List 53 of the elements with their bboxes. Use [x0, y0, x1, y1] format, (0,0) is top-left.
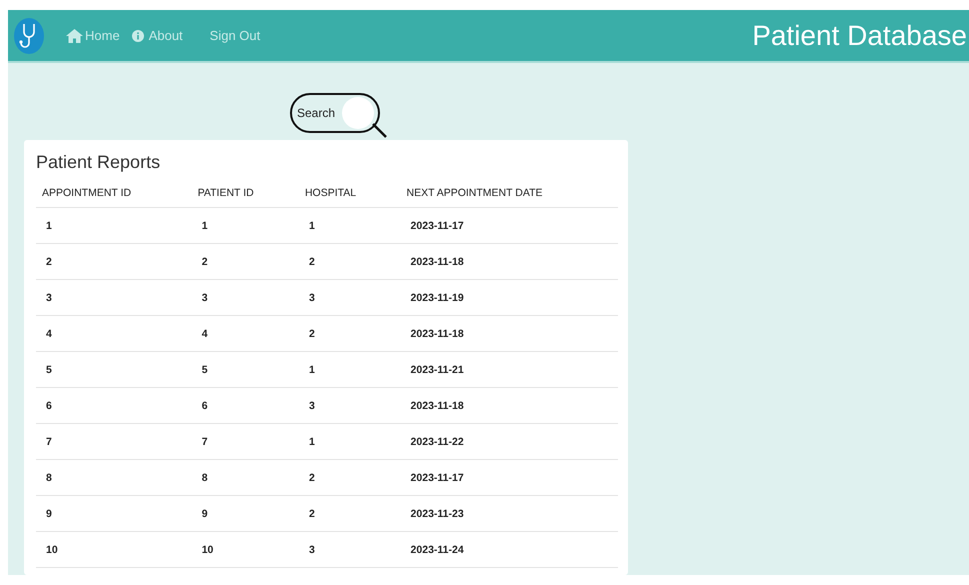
column-header: APPOINTMENT ID	[36, 183, 192, 208]
home-icon	[66, 28, 83, 42]
nav-link[interactable]: About	[132, 28, 183, 43]
table-cell: 1	[298, 352, 401, 388]
magnifier-handle-icon	[372, 123, 388, 139]
table-cell: 5	[192, 352, 299, 388]
table-cell: 3	[192, 280, 299, 316]
table-cell: 3	[298, 388, 401, 424]
stethoscope-logo-icon	[14, 18, 44, 54]
card-title: Patient Reports	[36, 152, 162, 173]
table-cell: 10	[192, 532, 299, 568]
table-cell: 10	[36, 532, 192, 568]
table-cell: 2023-11-17	[400, 208, 618, 244]
table-cell: 2023-11-18	[400, 316, 618, 352]
table-cell: 3	[298, 280, 401, 316]
table-cell: 2023-11-18	[400, 244, 618, 280]
table-cell: 2	[192, 244, 299, 280]
table-cell: 4	[192, 316, 299, 352]
table-cell: 2023-11-17	[400, 460, 618, 496]
table-cell: 2023-11-19	[400, 280, 618, 316]
page-title: Patient Database	[752, 20, 967, 52]
table-cell: 9	[36, 496, 192, 532]
table-cell: 7	[192, 424, 299, 460]
table-cell: 2023-11-18	[400, 388, 618, 424]
table-cell: 2	[298, 496, 401, 532]
table-cell: 5	[36, 352, 192, 388]
table-cell: 1	[192, 208, 299, 244]
table-cell: 2	[298, 316, 401, 352]
table-cell: 3	[298, 532, 401, 568]
table-cell: 6	[36, 388, 192, 424]
table-cell: 2	[298, 244, 401, 280]
table-cell: 4	[36, 316, 192, 352]
nav-link[interactable]: Sign Out	[210, 28, 260, 43]
table-cell: 1	[36, 208, 192, 244]
table-cell: 3	[36, 280, 192, 316]
column-header: PATIENT ID	[192, 183, 299, 208]
table-cell: 2023-11-23	[400, 496, 618, 532]
table-cell: 2	[36, 244, 192, 280]
table-cell: 1	[298, 424, 401, 460]
table-cell: 9	[192, 496, 299, 532]
nav-link[interactable]: Home	[66, 28, 120, 43]
table-cell: 7	[36, 424, 192, 460]
column-header: HOSPITAL	[298, 183, 401, 208]
table-cell: 2023-11-24	[400, 532, 618, 568]
table-cell: 8	[36, 460, 192, 496]
table-cell: 2023-11-22	[400, 424, 618, 460]
table-cell: 2	[298, 460, 401, 496]
table-cell: 6	[192, 388, 299, 424]
table-cell: 1	[298, 208, 401, 244]
table-cell: 2023-11-21	[400, 352, 618, 388]
info-icon	[132, 30, 144, 42]
column-header: NEXT APPOINTMENT DATE	[400, 183, 618, 208]
table-cell: 8	[192, 460, 299, 496]
